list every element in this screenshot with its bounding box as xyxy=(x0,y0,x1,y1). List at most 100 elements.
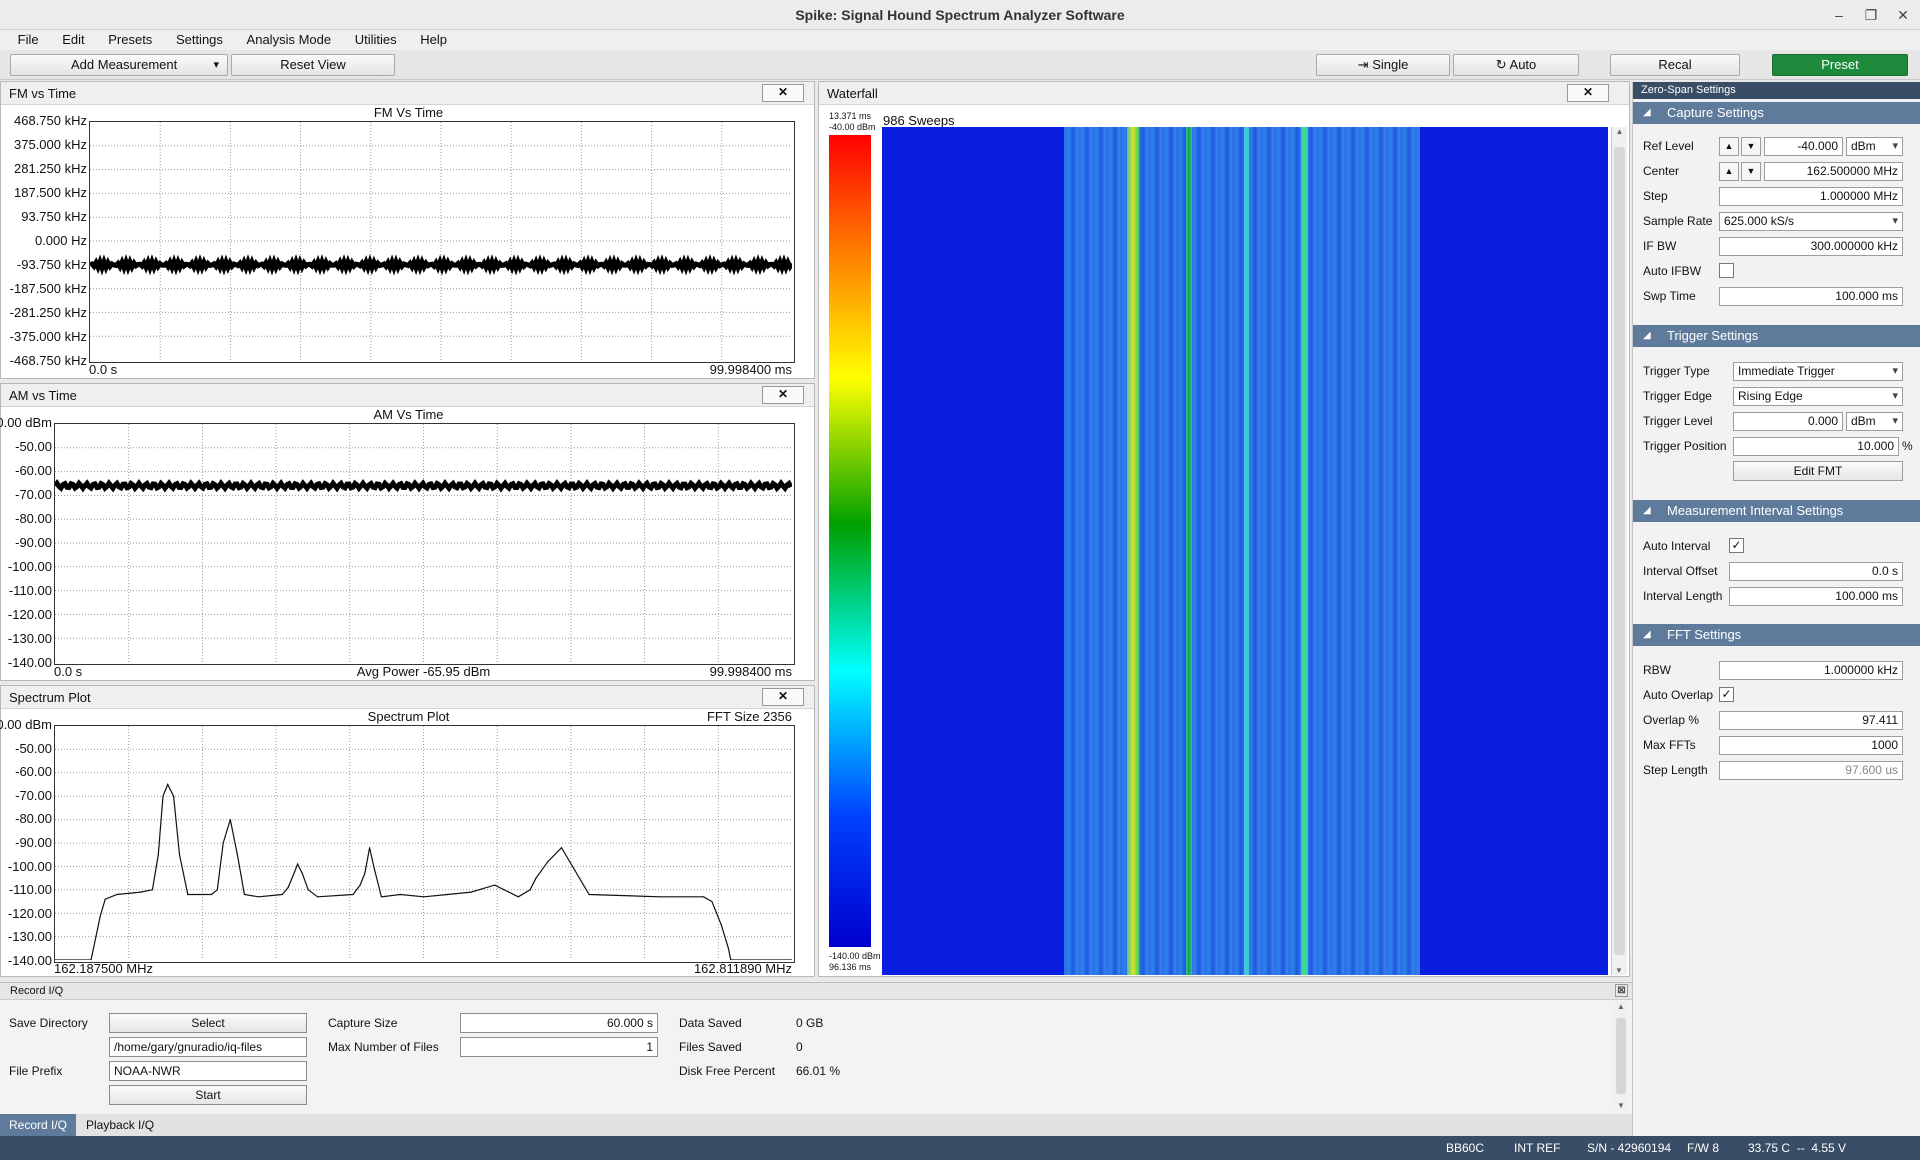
scroll-up-icon[interactable]: ▲ xyxy=(1614,1002,1628,1011)
spectrum-point xyxy=(236,854,238,856)
fm-panel-close-button[interactable]: ✕ xyxy=(762,84,804,102)
preset-button[interactable]: Preset xyxy=(1772,54,1908,76)
spectrum-point xyxy=(470,891,472,893)
spectrum-point xyxy=(173,795,175,797)
data-saved-value: 0 GB xyxy=(796,1016,824,1030)
directory-input[interactable]: /home/gary/gnuradio/iq-files xyxy=(109,1037,307,1057)
scroll-thumb[interactable] xyxy=(1616,1018,1626,1094)
edit-fmt-button[interactable]: Edit FMT xyxy=(1733,461,1903,481)
am-panel-header: AM vs Time ✕ xyxy=(1,384,814,407)
menu-edit[interactable]: Edit xyxy=(52,30,94,50)
spectrum-point xyxy=(187,893,189,896)
overlap-input[interactable]: 97.411 xyxy=(1719,711,1903,730)
waterfall-panel: Waterfall ✕ 13.371 ms -40.00 dBm 986 Swe… xyxy=(818,81,1630,977)
spectrum-point xyxy=(373,868,375,870)
collapse-icon: ◢ xyxy=(1643,505,1651,516)
scroll-down-icon[interactable]: ▼ xyxy=(1617,1101,1625,1110)
spectrum-plot-area xyxy=(54,725,795,963)
max-ffts-label: Max FFTs xyxy=(1643,738,1696,752)
max-ffts-input[interactable]: 1000 xyxy=(1719,736,1903,755)
restore-icon[interactable]: ❐ xyxy=(1858,4,1884,26)
spectrum-point xyxy=(364,872,366,874)
device-status: BB60C xyxy=(1446,1141,1485,1155)
spectrum-point xyxy=(301,872,303,874)
trigger-settings-header[interactable]: ◢ Trigger Settings xyxy=(1633,325,1920,347)
spectrum-y-tick: -130.00 xyxy=(7,929,52,945)
spectrum-panel-close-button[interactable]: ✕ xyxy=(762,688,804,706)
tab-record-iq[interactable]: Record I/Q xyxy=(0,1114,77,1136)
title-bar: Spike: Signal Hound Spectrum Analyzer So… xyxy=(0,0,1920,30)
menu-utilities[interactable]: Utilities xyxy=(345,30,407,50)
interval-offset-input[interactable]: 0.0 s xyxy=(1729,562,1903,581)
auto-button[interactable]: ↻ Auto xyxy=(1453,54,1579,76)
waterfall-panel-close-button[interactable]: ✕ xyxy=(1567,84,1609,102)
if-bw-input[interactable]: 300.000000 kHz xyxy=(1719,237,1903,256)
record-scrollbar[interactable]: ▲ ▼ xyxy=(1614,1002,1628,1110)
scroll-up-icon[interactable]: ▲ xyxy=(1612,127,1627,136)
menu-analysis-mode[interactable]: Analysis Mode xyxy=(237,30,342,50)
am-trace xyxy=(55,478,792,493)
spectrum-point xyxy=(399,893,401,896)
tab-playback-iq[interactable]: Playback I/Q xyxy=(77,1114,163,1136)
ref-level-input[interactable]: -40.000 xyxy=(1764,137,1843,156)
trigger-level-input[interactable]: 0.000 xyxy=(1733,412,1843,431)
auto-interval-checkbox[interactable]: ✓ xyxy=(1729,538,1744,553)
spectrum-point xyxy=(243,893,245,896)
float-panel-icon[interactable]: ⊠ xyxy=(1615,984,1628,997)
spectrum-point xyxy=(162,795,164,797)
single-button[interactable]: ⇥ Single xyxy=(1316,54,1450,76)
waterfall-trace-3 xyxy=(1244,127,1249,975)
spectrum-point xyxy=(727,947,730,949)
trigger-position-input[interactable]: 10.000 xyxy=(1733,437,1899,456)
trigger-edge-select[interactable]: Rising Edge xyxy=(1733,387,1903,406)
swp-time-input[interactable]: 100.000 ms xyxy=(1719,287,1903,306)
rbw-input[interactable]: 1.000000 kHz xyxy=(1719,661,1903,680)
spectrum-point xyxy=(711,900,713,903)
waterfall-image[interactable] xyxy=(882,127,1608,975)
menu-file[interactable]: File xyxy=(18,30,49,50)
file-prefix-input[interactable]: NOAA-NWR xyxy=(109,1061,307,1081)
trigger-level-unit-select[interactable]: dBm xyxy=(1846,412,1903,431)
start-button[interactable]: Start xyxy=(109,1085,307,1105)
menu-settings[interactable]: Settings xyxy=(166,30,233,50)
ref-level-up-icon[interactable]: ▲ xyxy=(1719,137,1739,156)
interval-settings-header[interactable]: ◢ Measurement Interval Settings xyxy=(1633,500,1920,522)
add-measurement-dropdown[interactable]: Add Measurement ▾ xyxy=(10,54,228,76)
center-down-icon[interactable]: ▼ xyxy=(1741,162,1761,181)
select-directory-button[interactable]: Select xyxy=(109,1013,307,1033)
reset-view-button[interactable]: Reset View xyxy=(231,54,395,76)
scroll-thumb[interactable] xyxy=(1614,147,1625,955)
max-files-input[interactable]: 1 xyxy=(460,1037,658,1057)
capture-settings-header[interactable]: ◢ Capture Settings xyxy=(1633,102,1920,124)
recal-button[interactable]: Recal xyxy=(1610,54,1740,76)
record-iq-header: Record I/Q ⊠ xyxy=(0,983,1632,1000)
spectrum-point xyxy=(380,896,382,898)
step-input[interactable]: 1.000000 MHz xyxy=(1719,187,1903,206)
am-y-tick: -100.00 xyxy=(7,559,52,574)
capture-size-input[interactable]: 60.000 s xyxy=(460,1013,658,1033)
trigger-type-select[interactable]: Immediate Trigger xyxy=(1733,362,1903,381)
step-label: Step xyxy=(1643,189,1668,203)
spectrum-y-tick: -60.00 xyxy=(15,764,52,780)
spectrum-point xyxy=(494,884,496,886)
center-up-icon[interactable]: ▲ xyxy=(1719,162,1739,181)
sample-rate-select[interactable]: 625.000 kS/s xyxy=(1719,212,1903,231)
chevron-down-icon: ▾ xyxy=(213,59,219,71)
am-panel-close-button[interactable]: ✕ xyxy=(762,386,804,404)
minimize-icon[interactable]: – xyxy=(1826,4,1852,26)
ref-level-down-icon[interactable]: ▼ xyxy=(1741,137,1761,156)
auto-ifbw-checkbox[interactable] xyxy=(1719,263,1734,278)
spectrum-point xyxy=(352,893,354,896)
waterfall-scrollbar[interactable]: ▲ ▼ xyxy=(1611,127,1627,975)
fft-settings-header[interactable]: ◢ FFT Settings xyxy=(1633,624,1920,646)
center-input[interactable]: 162.500000 MHz xyxy=(1764,162,1903,181)
ref-unit-select[interactable]: dBm xyxy=(1846,137,1903,156)
scroll-down-icon[interactable]: ▼ xyxy=(1615,966,1623,975)
auto-label: Auto xyxy=(1509,57,1537,72)
menu-help[interactable]: Help xyxy=(410,30,457,50)
close-window-icon[interactable]: ✕ xyxy=(1890,4,1916,26)
auto-overlap-checkbox[interactable]: ✓ xyxy=(1719,687,1734,702)
waterfall-sweeps: 986 Sweeps xyxy=(883,113,955,128)
menu-presets[interactable]: Presets xyxy=(98,30,162,50)
interval-length-input[interactable]: 100.000 ms xyxy=(1729,587,1903,606)
